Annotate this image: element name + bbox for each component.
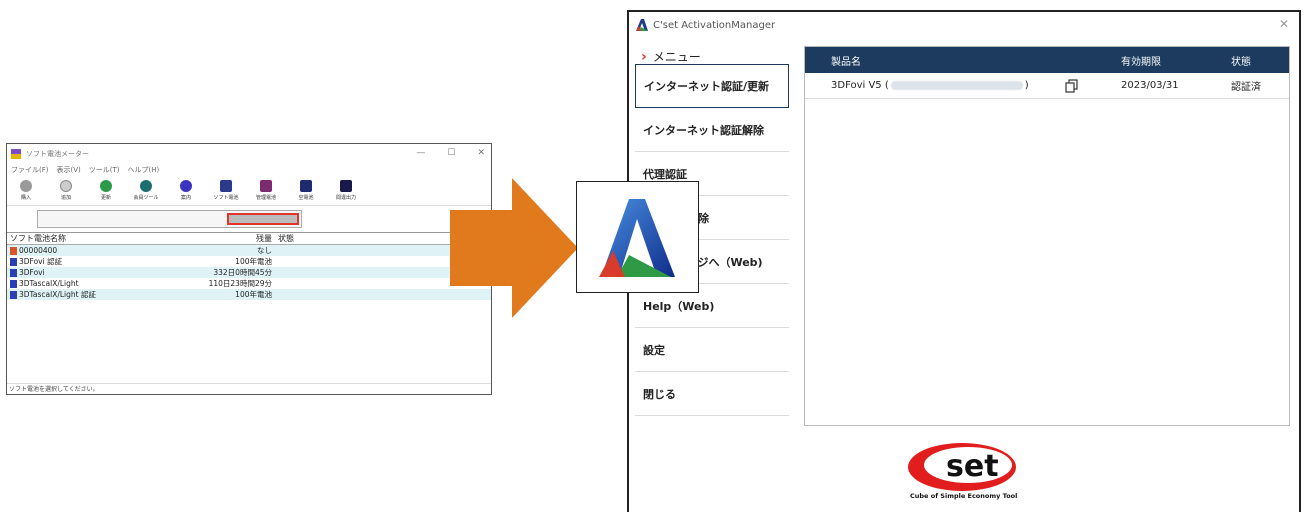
row-name: 00000400	[19, 246, 58, 255]
column-remaining[interactable]: 残量	[179, 233, 275, 244]
auth-status: 認証済	[1231, 82, 1261, 93]
member-tool-icon	[140, 180, 152, 192]
app-icon	[11, 149, 21, 159]
window-title: ソフト電池メーター	[26, 150, 89, 158]
logo-wordmark: set	[946, 449, 999, 484]
warning-battery-icon	[10, 247, 17, 255]
status-bar: ソフト電池を選択してください。	[7, 383, 491, 394]
column-expiry: 有効期限	[1121, 56, 1161, 68]
screenshot-stage: ソフト電池メーター — ☐ ✕ ファイル(F) 表示(V) ツール(T) ヘルプ…	[0, 0, 1304, 512]
menu-header: › メニュー	[641, 48, 701, 65]
table-body: 00000400 なし 3DFovi 認証 100年電池 3DFovi 332日…	[7, 245, 491, 300]
row-remaining: 332日0時間45分	[213, 268, 272, 277]
chevron-right-icon: ›	[641, 48, 647, 65]
title-bar: C'set ActivationManager	[629, 12, 1299, 38]
copy-icon[interactable]	[1065, 78, 1093, 93]
managed-battery-button[interactable]: 管理電池	[251, 180, 281, 201]
output-button[interactable]: 間違出力	[331, 180, 361, 201]
row-name: 3DFovi	[19, 268, 45, 277]
table-row[interactable]: 3DFovi 認証 100年電池	[7, 256, 491, 267]
minimize-button[interactable]: —	[416, 148, 425, 158]
cset-logo: set Cube of Simple Economy Tool	[908, 443, 1017, 500]
update-button[interactable]: 更新	[91, 180, 121, 201]
maximize-button[interactable]: ☐	[447, 148, 455, 158]
help-icon	[180, 180, 192, 192]
empty-battery-button[interactable]: 空電池	[291, 180, 321, 201]
column-product-name: 製品名	[831, 56, 861, 68]
table-row[interactable]: 3DTascalX/Light 認証 100年電池	[7, 289, 491, 300]
column-name[interactable]: ソフト電池名称	[7, 233, 179, 244]
activation-manager-window: C'set ActivationManager ✕ › メニュー インターネット…	[627, 10, 1301, 512]
table-row[interactable]: 3DTascalX/Light 110日23時間29分	[7, 278, 491, 289]
menu-item-settings[interactable]: 設定	[635, 328, 789, 372]
battery-icon	[10, 258, 17, 266]
redacted-serial	[890, 81, 1023, 90]
column-status[interactable]: 状態	[275, 233, 445, 244]
license-key-area	[7, 206, 491, 232]
update-icon	[100, 180, 112, 192]
empty-battery-icon	[300, 180, 312, 192]
member-tool-button[interactable]: 会員ツール	[131, 180, 161, 201]
row-remaining: 100年電池	[235, 290, 272, 299]
purchase-button[interactable]: 購入	[11, 180, 41, 201]
row-remaining: 100年電池	[235, 257, 272, 266]
purchase-icon	[20, 180, 32, 192]
add-icon	[60, 180, 72, 192]
product-table: 製品名 有効期限 状態 3DFovi V5 ( ) 2023/03/31 認証済	[804, 46, 1290, 426]
menu-tools[interactable]: ツール(T)	[89, 165, 120, 175]
toolbar: 購入 追加 更新 会員ツール 案内 ソフト電池 管理電池 空電池 間違出力	[7, 176, 491, 206]
row-name: 3DTascalX/Light 認証	[19, 290, 96, 299]
menu-header-label: メニュー	[652, 50, 701, 64]
right-arrow-icon	[450, 178, 578, 318]
table-header: 製品名 有効期限 状態	[805, 47, 1289, 73]
menu-help[interactable]: ヘルプ(H)	[128, 165, 160, 175]
close-button[interactable]: ✕	[1279, 17, 1289, 31]
window-title: C'set ActivationManager	[653, 19, 776, 31]
soft-battery-meter-window: ソフト電池メーター — ☐ ✕ ファイル(F) 表示(V) ツール(T) ヘルプ…	[6, 143, 492, 395]
menu-item-internet-deauth[interactable]: インターネット認証解除	[635, 108, 789, 152]
activation-manager-logo-box	[576, 181, 699, 293]
table-header: ソフト電池名称 残量 状態	[7, 233, 491, 245]
row-name: 3DTascalX/Light	[19, 279, 79, 288]
guide-button[interactable]: 案内	[171, 180, 201, 201]
battery-icon	[10, 291, 17, 299]
product-name-suffix: )	[1024, 80, 1029, 91]
output-icon	[340, 180, 352, 192]
table-row[interactable]: 00000400 なし	[7, 245, 491, 256]
battery-icon	[10, 280, 17, 288]
expiry-date: 2023/03/31	[1121, 80, 1179, 91]
battery-icon	[10, 269, 17, 277]
soft-battery-icon	[220, 180, 232, 192]
row-remaining: 110日23時間29分	[208, 279, 272, 288]
menu-file[interactable]: ファイル(F)	[11, 165, 49, 175]
app-logo-icon	[636, 19, 648, 31]
menu-view[interactable]: 表示(V)	[57, 165, 81, 175]
battery-table: ソフト電池名称 残量 状態 00000400 なし 3DFovi 認証 100年…	[7, 232, 491, 300]
license-key-field[interactable]	[37, 210, 302, 228]
add-button[interactable]: 追加	[51, 180, 81, 201]
managed-battery-icon	[260, 180, 272, 192]
window-controls: — ☐ ✕	[416, 148, 485, 158]
close-button[interactable]: ✕	[477, 148, 485, 158]
row-name: 3DFovi 認証	[19, 257, 63, 266]
menu-item-close[interactable]: 閉じる	[635, 372, 789, 416]
column-status: 状態	[1231, 56, 1251, 68]
activation-manager-logo-icon	[598, 199, 675, 277]
menu-item-internet-auth[interactable]: インターネット認証/更新	[635, 64, 789, 108]
table-row[interactable]: 3DFovi V5 ( ) 2023/03/31 認証済	[805, 73, 1289, 99]
row-remaining: なし	[257, 246, 272, 255]
menu-bar: ファイル(F) 表示(V) ツール(T) ヘルプ(H)	[7, 164, 491, 176]
logo-tagline: Cube of Simple Economy Tool	[910, 492, 1017, 500]
table-row[interactable]: 3DFovi 332日0時間45分	[7, 267, 491, 278]
product-name: 3DFovi V5 (	[831, 80, 889, 91]
soft-battery-button[interactable]: ソフト電池	[211, 180, 241, 201]
highlighted-key-marker	[227, 213, 299, 225]
